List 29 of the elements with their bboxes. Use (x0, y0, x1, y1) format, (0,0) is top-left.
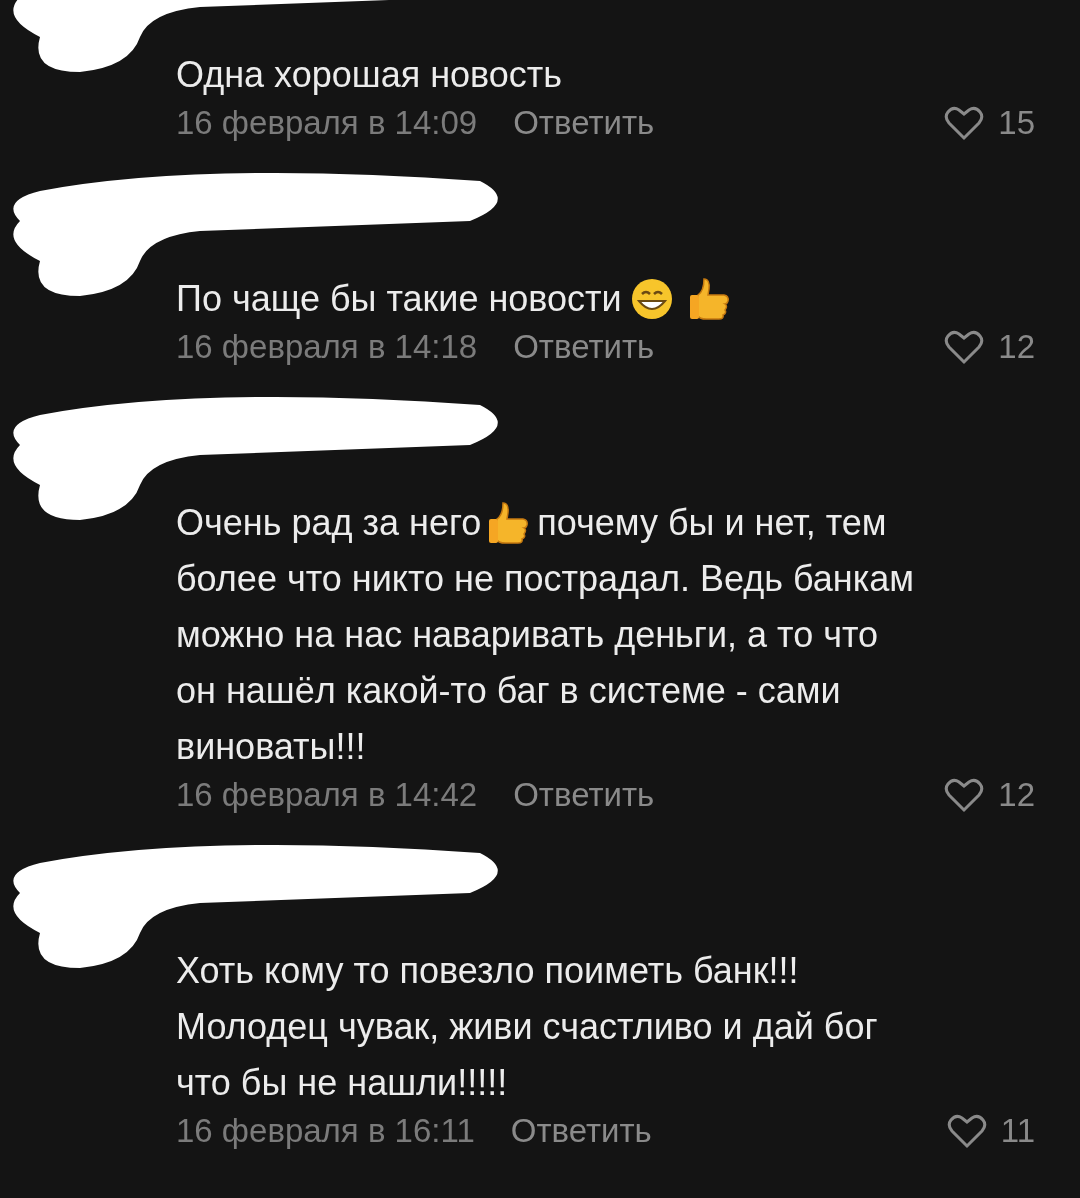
comment-text: почему бы и нет, тем (537, 502, 887, 543)
heart-icon[interactable] (944, 777, 985, 813)
like-count: 12 (998, 328, 1035, 366)
reply-link[interactable]: Ответить (513, 776, 655, 814)
comment-text: По чаще бы такие новости (176, 278, 622, 319)
comment-text: более что никто не пострадал. Ведь банкам (176, 558, 915, 599)
comment-date: 16 февраля в 14:18 (176, 328, 478, 366)
comment-date: 16 февраля в 14:09 (176, 104, 478, 142)
grinning-face-icon (629, 277, 674, 321)
heart-icon[interactable] (946, 1113, 987, 1149)
reply-link[interactable]: Ответить (513, 104, 655, 142)
heart-icon[interactable] (944, 329, 985, 365)
heart-icon[interactable] (944, 105, 985, 141)
comment-date: 16 февраля в 16:11 (176, 1112, 475, 1150)
comment-text: Хоть кому то повезло поиметь банк!!! (176, 950, 799, 991)
like-count: 12 (998, 776, 1035, 814)
comment-text: Очень рад за него (176, 502, 482, 543)
like-count: 15 (998, 104, 1035, 142)
comment-text: Одна хорошая новость (176, 54, 563, 95)
like-count: 11 (1000, 1112, 1035, 1150)
comment-text: Молодец чувак, живи счастливо и дай бог (176, 1006, 878, 1047)
comment-date: 16 февраля в 14:42 (176, 776, 478, 814)
reply-link[interactable]: Ответить (513, 328, 655, 366)
comment-text: что бы не нашли!!!!! (176, 1062, 508, 1103)
thumbs-up-icon (687, 275, 732, 321)
comment-text: виноваты!!! (176, 726, 366, 767)
comment-text: он нашёл какой-то баг в системе - сами (176, 670, 841, 711)
comment-text: можно на нас наваривать деньги, а то что (176, 614, 879, 655)
reply-link[interactable]: Ответить (510, 1112, 652, 1150)
